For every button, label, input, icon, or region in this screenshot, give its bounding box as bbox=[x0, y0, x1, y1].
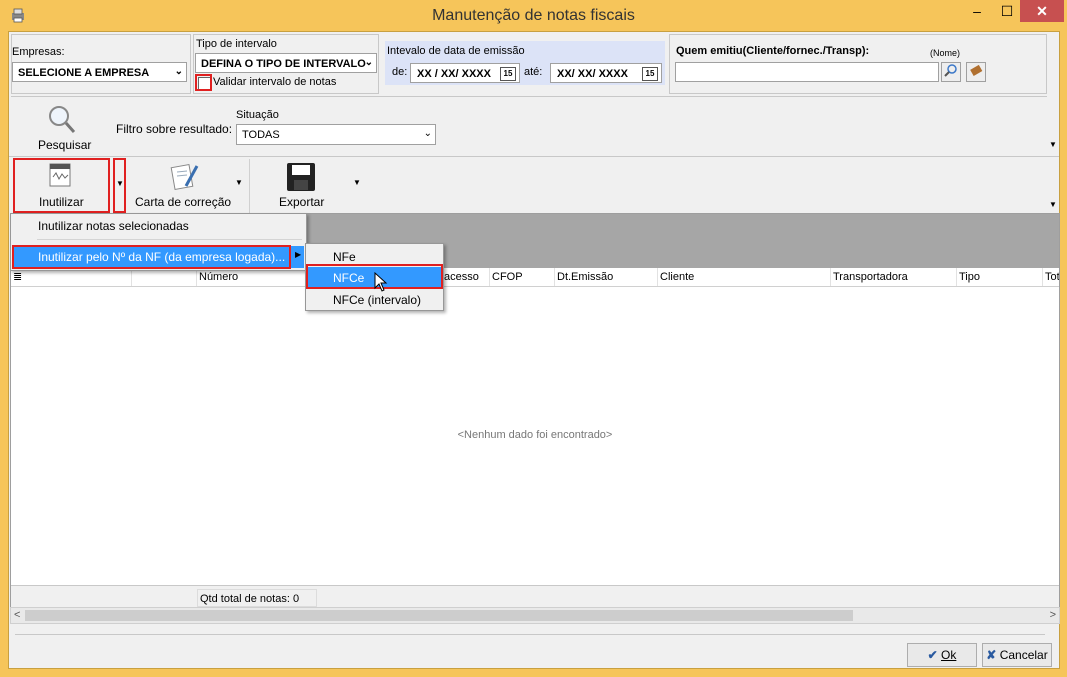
header-total[interactable]: Tot bbox=[1042, 268, 1059, 286]
empty-message: <Nenhum dado foi encontrado> bbox=[457, 429, 613, 441]
divider bbox=[11, 96, 1047, 97]
situacao-value: TODAS bbox=[242, 129, 280, 141]
cancel-button[interactable]: ✘ Cancelar bbox=[982, 643, 1052, 667]
ok-button[interactable]: ✔ Ok bbox=[907, 643, 977, 667]
situacao-label: Situação bbox=[236, 109, 279, 121]
pesquisar-label: Pesquisar bbox=[38, 138, 92, 152]
carta-correcao-label: Carta de correção bbox=[135, 195, 232, 209]
tipo-select[interactable]: DEFINA O TIPO DE INTERVALO ⌄ bbox=[195, 53, 377, 73]
quem-input[interactable] bbox=[675, 62, 939, 82]
chevron-down-icon: ⌄ bbox=[423, 128, 432, 139]
eraser-button[interactable] bbox=[966, 62, 986, 82]
de-date-field[interactable]: XX / XX/ XXXX 15 bbox=[410, 63, 520, 83]
de-label: de: bbox=[392, 66, 408, 78]
scroll-left-icon[interactable]: < bbox=[14, 608, 20, 623]
scroll-right-icon[interactable]: > bbox=[1050, 608, 1056, 623]
empresas-select[interactable]: SELECIONE A EMPRESA ⌄ bbox=[12, 62, 187, 82]
menu-item-highlight bbox=[12, 245, 291, 269]
save-icon bbox=[287, 163, 315, 191]
filtro-label: Filtro sobre resultado: bbox=[116, 122, 233, 136]
mouse-cursor-icon bbox=[374, 272, 388, 292]
calendar-icon[interactable]: 15 bbox=[642, 67, 658, 81]
data-emissao-label: Intevalo de data de emissão bbox=[387, 45, 525, 57]
notepad-pen-icon bbox=[170, 164, 199, 190]
ate-date-field[interactable]: XX/ XX/ XXXX 15 bbox=[550, 63, 662, 83]
exportar-button[interactable]: Exportar bbox=[249, 159, 350, 213]
submenu-arrow-icon: ▶ bbox=[295, 250, 302, 259]
empresas-value: SELECIONE A EMPRESA bbox=[18, 67, 150, 79]
divider bbox=[9, 156, 1059, 157]
carta-correcao-button[interactable]: Carta de correção bbox=[131, 159, 245, 213]
ate-label: até: bbox=[524, 66, 543, 78]
dropdown-highlight bbox=[113, 158, 126, 213]
magnifier-icon bbox=[944, 64, 957, 77]
inutilizar-highlight bbox=[13, 158, 110, 213]
eraser-icon bbox=[970, 64, 983, 76]
quem-label: Quem emitiu(Cliente/fornec./Transp): bbox=[676, 45, 870, 57]
header-acesso[interactable]: acesso bbox=[441, 268, 491, 286]
de-date-value: XX / XX/ XXXX bbox=[417, 68, 491, 80]
title-bar[interactable]: Manutenção de notas fiscais – ☐ ✕ bbox=[0, 0, 1067, 32]
checkbox-highlight bbox=[195, 74, 212, 91]
close-button[interactable]: ✕ bbox=[1020, 0, 1064, 22]
notes-grid[interactable]: ≣ Número acesso CFOP Dt.Emissão Cliente … bbox=[10, 213, 1060, 608]
tipo-value: DEFINA O TIPO DE INTERVALO bbox=[201, 58, 366, 70]
ate-date-value: XX/ XX/ XXXX bbox=[557, 68, 628, 80]
exportar-dropdown-arrow[interactable]: ▼ bbox=[353, 178, 361, 187]
grid-footer: Qtd total de notas: 0 bbox=[11, 585, 1059, 607]
chevron-down-icon: ⌄ bbox=[364, 57, 373, 68]
empresas-label: Empresas: bbox=[12, 46, 65, 58]
menu-item-inutilizar-selecionadas[interactable]: Inutilizar notas selecionadas bbox=[13, 215, 304, 237]
calendar-icon[interactable]: 15 bbox=[500, 67, 516, 81]
situacao-select[interactable]: TODAS ⌄ bbox=[236, 124, 436, 145]
panel-collapse-icon[interactable]: ▼ bbox=[1049, 140, 1057, 149]
total-notes: Qtd total de notas: 0 bbox=[197, 589, 317, 607]
divider bbox=[15, 634, 1045, 635]
chevron-down-icon: ⌄ bbox=[174, 66, 183, 77]
search-icon bbox=[49, 106, 76, 133]
header-cfop[interactable]: CFOP bbox=[489, 268, 554, 286]
menu-separator bbox=[37, 239, 302, 240]
header-dt-emissao[interactable]: Dt.Emissão bbox=[554, 268, 657, 286]
window-title: Manutenção de notas fiscais bbox=[432, 7, 635, 24]
header-transportadora[interactable]: Transportadora bbox=[830, 268, 956, 286]
maximize-button[interactable]: ☐ bbox=[992, 0, 1022, 22]
nome-hint: (Nome) bbox=[930, 48, 961, 58]
header-cliente[interactable]: Cliente bbox=[657, 268, 830, 286]
search-icon-button[interactable] bbox=[941, 62, 961, 82]
scrollbar-thumb[interactable] bbox=[25, 610, 853, 621]
cancel-label: Cancelar bbox=[999, 648, 1048, 662]
validar-label: Validar intervalo de notas bbox=[213, 76, 337, 88]
carta-dropdown-arrow[interactable]: ▼ bbox=[235, 178, 243, 187]
pesquisar-button[interactable]: Pesquisar bbox=[35, 100, 91, 154]
ok-label: Ok bbox=[941, 648, 957, 662]
header-tipo[interactable]: Tipo bbox=[956, 268, 1042, 286]
toolbar-collapse-icon[interactable]: ▼ bbox=[1049, 200, 1057, 209]
tipo-label: Tipo de intervalo bbox=[196, 38, 277, 50]
window-frame: Manutenção de notas fiscais – ☐ ✕ Empres… bbox=[0, 0, 1067, 677]
submenu-item-nfce-intervalo[interactable]: NFCe (intervalo) bbox=[308, 289, 441, 311]
minimize-button[interactable]: – bbox=[962, 0, 992, 22]
x-icon: ✘ bbox=[986, 648, 997, 662]
exportar-label: Exportar bbox=[279, 195, 325, 209]
horizontal-scrollbar[interactable]: < > bbox=[10, 607, 1060, 624]
check-icon: ✔ bbox=[927, 648, 938, 662]
